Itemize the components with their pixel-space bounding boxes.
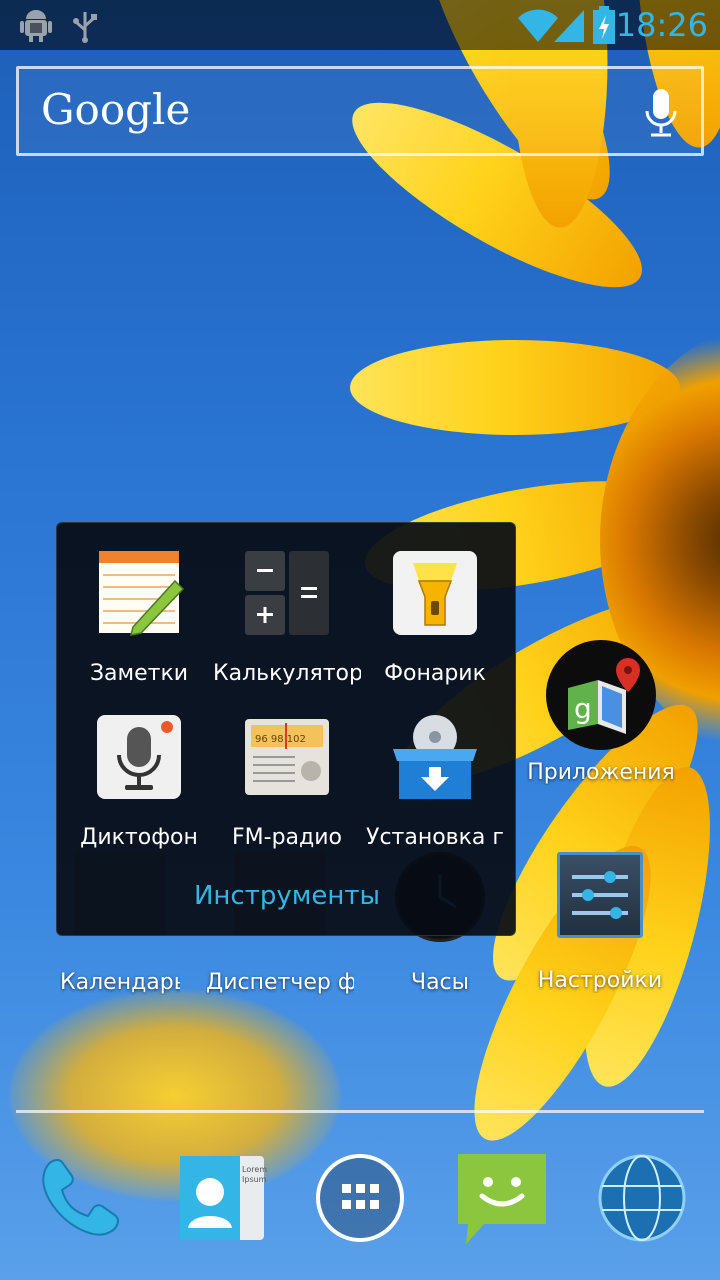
home-item-label: Календарь bbox=[60, 970, 180, 995]
folder-popup: Заметки Калькулятор Фонарик Диктофон 96 … bbox=[56, 522, 516, 936]
contacts-icon[interactable]: Lorem Ipsum bbox=[174, 1150, 270, 1246]
home-item-label: Приложения bbox=[527, 760, 675, 785]
browser-icon[interactable] bbox=[594, 1150, 690, 1246]
folder-item-installer[interactable]: Установка г bbox=[361, 711, 509, 850]
signal-icon bbox=[552, 8, 586, 48]
folder-item-label: Установка г bbox=[366, 825, 504, 850]
google-logo[interactable]: Google bbox=[41, 85, 190, 134]
android-debug-icon bbox=[18, 8, 54, 48]
home-item-apps-folder[interactable]: g Приложения bbox=[526, 640, 676, 785]
svg-text:Lorem: Lorem bbox=[242, 1165, 267, 1174]
folder-item-label: FM-радио bbox=[232, 825, 342, 850]
folder-item-voice-recorder[interactable]: Диктофон bbox=[65, 711, 213, 850]
folder-item-label: Калькулятор bbox=[213, 661, 361, 686]
fm-radio-icon: 96 98 102 bbox=[241, 711, 333, 803]
battery-charging-icon bbox=[592, 6, 616, 50]
dock-divider bbox=[16, 1110, 704, 1113]
folder-item-calculator[interactable]: Калькулятор bbox=[213, 547, 361, 686]
installer-icon bbox=[389, 711, 481, 803]
settings-icon bbox=[557, 852, 643, 938]
all-apps-icon[interactable] bbox=[312, 1150, 408, 1246]
phone-icon[interactable] bbox=[32, 1150, 128, 1246]
messaging-icon[interactable] bbox=[454, 1150, 550, 1246]
folder-item-flashlight[interactable]: Фонарик bbox=[361, 547, 509, 686]
folder-item-label: Фонарик bbox=[384, 661, 486, 686]
google-maps-folder-icon: g bbox=[546, 640, 656, 750]
usb-icon bbox=[70, 8, 100, 48]
folder-item-label: Заметки bbox=[89, 661, 189, 686]
svg-text:96 98 102: 96 98 102 bbox=[255, 734, 306, 745]
folder-title[interactable]: Инструменты bbox=[57, 881, 517, 911]
notes-icon bbox=[93, 547, 185, 639]
svg-text:Ipsum: Ipsum bbox=[242, 1175, 267, 1184]
status-bar: 18:26 bbox=[0, 0, 720, 50]
home-item-label: Часы bbox=[410, 970, 470, 995]
home-item-settings[interactable]: Настройки bbox=[530, 852, 670, 993]
microphone-icon[interactable] bbox=[641, 87, 681, 139]
google-search-bar[interactable]: Google bbox=[16, 66, 704, 156]
folder-item-label: Диктофон bbox=[80, 825, 198, 850]
voice-recorder-icon bbox=[93, 711, 185, 803]
folder-item-notes[interactable]: Заметки bbox=[65, 547, 213, 686]
flashlight-icon bbox=[389, 547, 481, 639]
calculator-icon bbox=[241, 547, 333, 639]
status-time: 18:26 bbox=[615, 6, 708, 44]
home-item-label: Диспетчер ф bbox=[206, 970, 354, 995]
folder-item-fm-radio[interactable]: 96 98 102 FM-радио bbox=[213, 711, 361, 850]
svg-text:g: g bbox=[574, 692, 592, 725]
home-item-label: Настройки bbox=[537, 968, 663, 993]
